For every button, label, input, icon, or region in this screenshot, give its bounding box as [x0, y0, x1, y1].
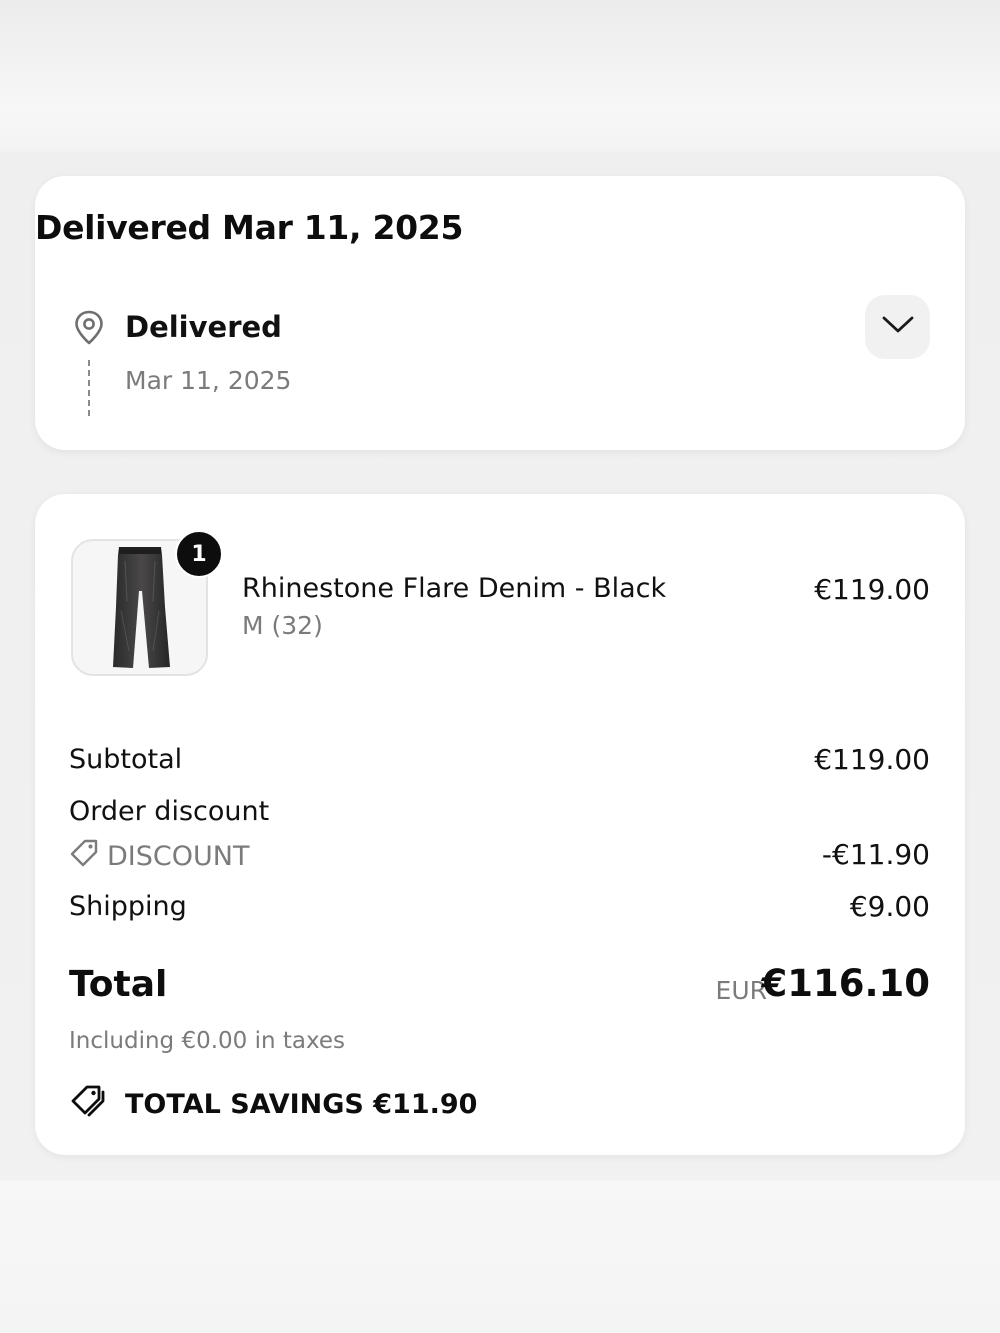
product-name[interactable]: Rhinestone Flare Denim - Black [242, 573, 666, 604]
product-variant: M (32) [242, 611, 323, 640]
status-label: Delivered [125, 310, 282, 344]
total-savings-text: TOTAL SAVINGS €11.90 [125, 1088, 478, 1120]
total-currency: EUR [715, 976, 767, 1005]
quantity-badge: 1 [175, 530, 223, 578]
discount-code: DISCOUNT [69, 838, 249, 875]
timeline-dashed-line [88, 360, 90, 416]
location-pin-icon [72, 309, 106, 347]
status-date: Mar 11, 2025 [125, 366, 292, 395]
discount-code-text: DISCOUNT [107, 841, 250, 872]
product-price: €119.00 [814, 573, 930, 606]
shipping-label: Shipping [69, 891, 187, 922]
subtotal-value: €119.00 [814, 743, 930, 776]
order-discount-label: Order discount [69, 796, 270, 827]
delivery-title: Delivered Mar 11, 2025 [35, 208, 464, 247]
discount-value: -€11.90 [821, 838, 930, 871]
tags-icon [69, 1084, 109, 1124]
shipping-value: €9.00 [849, 890, 930, 923]
expand-tracking-button[interactable] [865, 295, 930, 359]
total-savings: TOTAL SAVINGS €11.90 [69, 1084, 477, 1124]
total-amount: €116.10 [761, 962, 930, 1005]
subtotal-label: Subtotal [69, 744, 183, 775]
tag-icon [69, 838, 99, 875]
total-label: Total [69, 964, 168, 1005]
chevron-down-icon [881, 315, 915, 339]
taxes-note: Including €0.00 in taxes [69, 1028, 346, 1054]
